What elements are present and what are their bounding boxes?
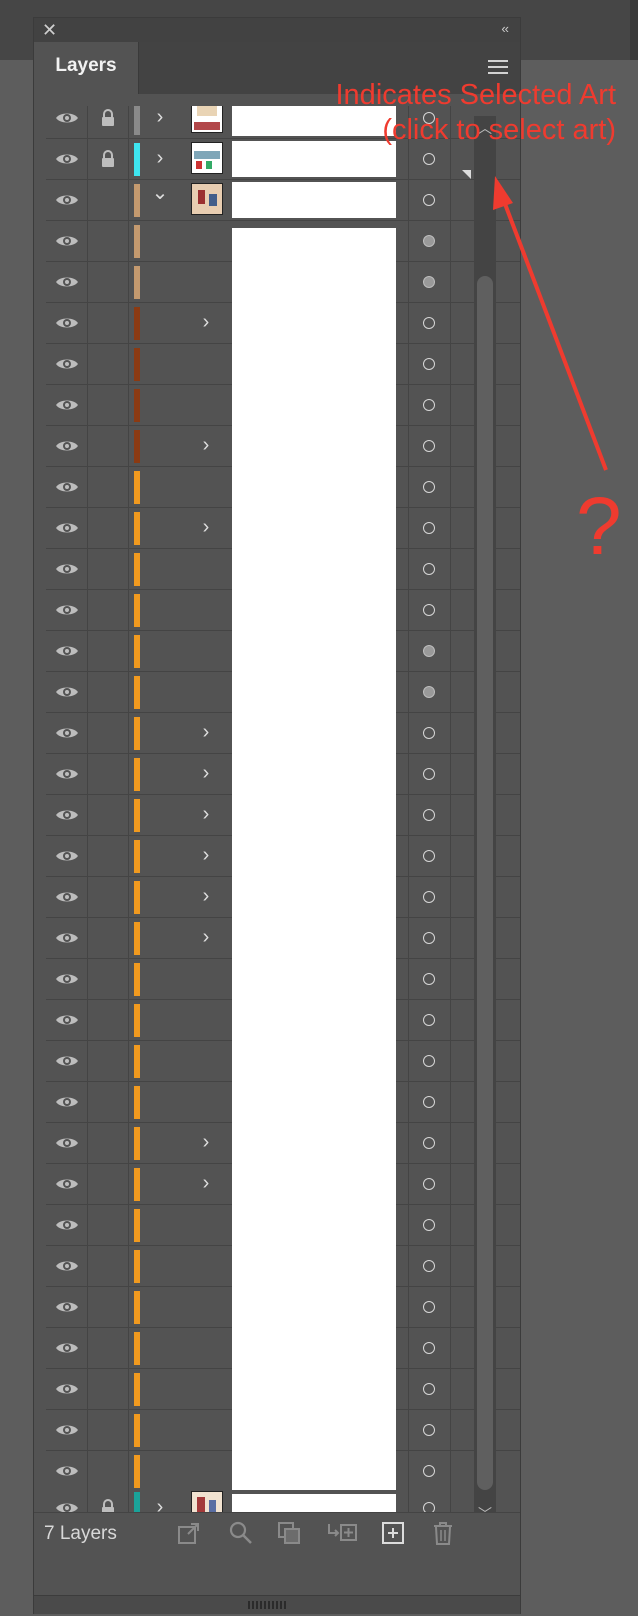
- annotation-arrow-icon: [493, 176, 608, 471]
